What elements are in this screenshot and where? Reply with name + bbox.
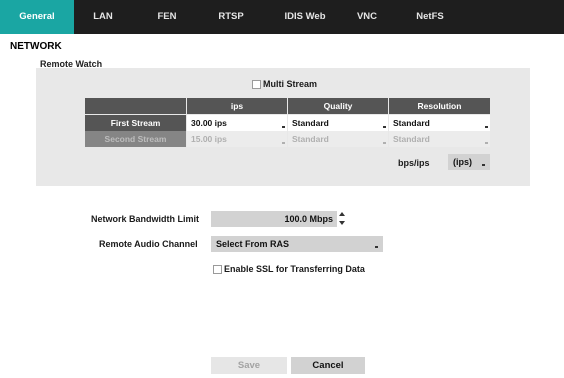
bandwidth-value: 100.0 Mbps (284, 214, 333, 224)
save-button[interactable]: Save (211, 357, 287, 374)
multi-stream-label: Multi Stream (263, 79, 318, 89)
chevron-down-icon (383, 142, 386, 144)
first-stream-quality-value: Standard (292, 118, 329, 128)
second-stream-resolution-dropdown: Standard (389, 131, 490, 147)
second-stream-ips-dropdown: 15.00 ips (187, 131, 287, 147)
arrow-down-icon[interactable] (339, 221, 345, 225)
unit-value: (ips) (453, 157, 472, 167)
audio-channel-dropdown[interactable]: Select From RAS (211, 236, 383, 252)
second-stream-ips-value: 15.00 ips (191, 134, 227, 144)
ssl-label: Enable SSL for Transferring Data (224, 264, 365, 274)
tab-fen[interactable]: FEN (146, 0, 188, 34)
tab-general[interactable]: General (0, 0, 74, 34)
cancel-button[interactable]: Cancel (291, 357, 365, 374)
first-stream-quality-dropdown[interactable]: Standard (288, 115, 388, 131)
tab-netfs[interactable]: NetFS (404, 0, 456, 34)
multi-stream-checkbox[interactable] (252, 80, 261, 89)
tab-rtsp[interactable]: RTSP (208, 0, 254, 34)
row-label-first-stream: First Stream (85, 115, 186, 131)
first-stream-resolution-dropdown[interactable]: Standard (389, 115, 490, 131)
column-header-quality: Quality (288, 98, 388, 114)
column-header-ips: ips (187, 98, 287, 114)
arrow-up-icon[interactable] (339, 212, 345, 216)
bandwidth-input[interactable]: 100.0 Mbps (211, 211, 337, 227)
chevron-down-icon (482, 164, 485, 166)
table-corner-header (85, 98, 186, 114)
unit-label: bps/ips (398, 158, 430, 168)
ssl-checkbox[interactable] (213, 265, 222, 274)
tab-vnc[interactable]: VNC (346, 0, 388, 34)
tab-lan[interactable]: LAN (82, 0, 124, 34)
second-stream-quality-value: Standard (292, 134, 329, 144)
unit-dropdown[interactable]: (ips) (448, 154, 490, 170)
second-stream-quality-dropdown: Standard (288, 131, 388, 147)
chevron-down-icon (282, 126, 285, 128)
chevron-down-icon (485, 126, 488, 128)
chevron-down-icon (282, 142, 285, 144)
second-stream-resolution-value: Standard (393, 134, 430, 144)
bandwidth-label: Network Bandwidth Limit (91, 214, 199, 224)
row-label-second-stream: Second Stream (85, 131, 186, 147)
audio-channel-value: Select From RAS (216, 239, 290, 249)
tab-idis-web[interactable]: IDIS Web (270, 0, 340, 34)
first-stream-ips-dropdown[interactable]: 30.00 ips (187, 115, 287, 131)
bandwidth-stepper[interactable] (338, 210, 347, 228)
column-header-resolution: Resolution (389, 98, 490, 114)
first-stream-ips-value: 30.00 ips (191, 118, 227, 128)
chevron-down-icon (485, 142, 488, 144)
chevron-down-icon (375, 246, 378, 248)
first-stream-resolution-value: Standard (393, 118, 430, 128)
audio-channel-label: Remote Audio Channel (99, 239, 198, 249)
section-title: NETWORK (10, 41, 62, 52)
tab-bar: General LAN FEN RTSP IDIS Web VNC NetFS (0, 0, 564, 34)
chevron-down-icon (383, 126, 386, 128)
stream-table: ips Quality Resolution First Stream 30.0… (85, 98, 490, 147)
